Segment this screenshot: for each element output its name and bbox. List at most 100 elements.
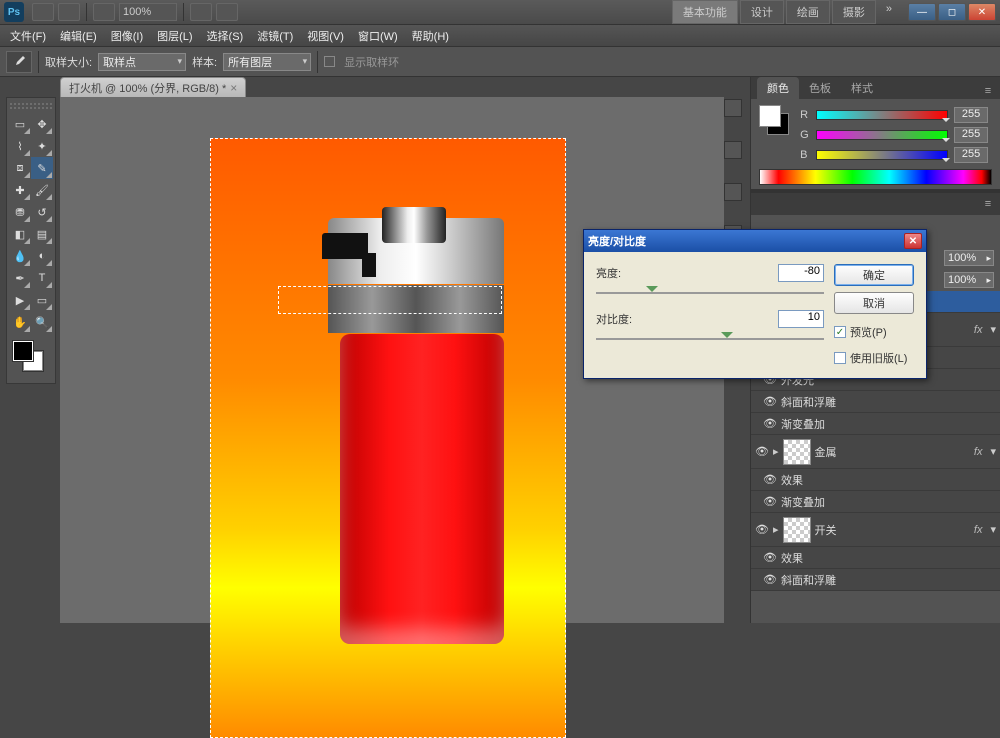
type-tool-icon[interactable]: T <box>31 267 53 289</box>
brush-tool-icon[interactable]: 🖌 <box>31 179 53 201</box>
window-maximize-button[interactable]: ◻ <box>938 3 966 21</box>
layer-name[interactable]: 开关 <box>815 522 837 538</box>
fx-expand-icon[interactable]: ▾ <box>990 445 996 458</box>
menu-filter[interactable]: 滤镜(T) <box>253 26 297 46</box>
effects-header[interactable]: 👁效果 <box>751 469 1000 491</box>
effects-header[interactable]: 👁效果 <box>751 547 1000 569</box>
workspace-tab-essentials[interactable]: 基本功能 <box>672 0 738 24</box>
tab-styles[interactable]: 样式 <box>841 77 883 99</box>
crop-tool-icon[interactable]: ⧈ <box>9 157 31 179</box>
minibridge-icon[interactable] <box>58 3 80 21</box>
layer-row[interactable]: 👁▸开关fx▾ <box>751 513 1000 547</box>
eraser-tool-icon[interactable]: ◧ <box>9 223 31 245</box>
cancel-button[interactable]: 取消 <box>834 292 914 314</box>
visibility-eye-icon[interactable]: 👁 <box>755 523 769 536</box>
g-value[interactable]: 255 <box>954 127 988 143</box>
bridge-icon[interactable] <box>32 3 54 21</box>
fill-field[interactable]: 100% <box>944 272 994 288</box>
tab-swatches[interactable]: 色板 <box>799 77 841 99</box>
shape-tool-icon[interactable]: ▭ <box>31 289 53 311</box>
layer-name[interactable]: 金属 <box>815 444 837 460</box>
layer-thumbnail[interactable] <box>783 517 811 543</box>
sample-size-combo[interactable]: 取样点 <box>98 53 186 71</box>
dock-properties-icon[interactable] <box>724 183 742 201</box>
dock-actions-icon[interactable] <box>724 141 742 159</box>
menu-edit[interactable]: 编辑(E) <box>56 26 101 46</box>
adjustments-panel-collapsed[interactable]: ≡ <box>751 193 1000 215</box>
expand-triangle-icon[interactable]: ▸ <box>773 523 779 536</box>
tab-color[interactable]: 颜色 <box>757 77 799 99</box>
arrange-icon[interactable] <box>190 3 212 21</box>
menu-view[interactable]: 视图(V) <box>303 26 348 46</box>
gradient-tool-icon[interactable]: ▤ <box>31 223 53 245</box>
visibility-eye-icon[interactable]: 👁 <box>763 473 777 486</box>
zoom-tool-icon[interactable]: 🔍 <box>31 311 53 333</box>
eyedropper-tool-icon[interactable]: ✎ <box>31 157 53 179</box>
window-minimize-button[interactable]: — <box>908 3 936 21</box>
toolbox-grip-icon[interactable] <box>9 102 53 110</box>
legacy-checkbox[interactable] <box>834 352 846 364</box>
visibility-eye-icon[interactable]: 👁 <box>763 395 777 408</box>
fx-badge[interactable]: fx <box>974 524 983 536</box>
r-value[interactable]: 255 <box>954 107 988 123</box>
show-ring-checkbox[interactable] <box>324 56 335 67</box>
current-tool-eyedropper-icon[interactable] <box>6 51 32 73</box>
expand-triangle-icon[interactable]: ▸ <box>773 445 779 458</box>
effect-item[interactable]: 👁渐变叠加 <box>751 413 1000 435</box>
dock-history-icon[interactable] <box>724 99 742 117</box>
window-close-button[interactable]: ✕ <box>968 3 996 21</box>
lasso-tool-icon[interactable]: ⌇ <box>9 135 31 157</box>
spectrum-ramp[interactable] <box>759 169 992 185</box>
menu-layer[interactable]: 图层(L) <box>153 26 196 46</box>
menu-help[interactable]: 帮助(H) <box>408 26 453 46</box>
dialog-close-button[interactable]: ✕ <box>904 233 922 249</box>
foreground-swatch[interactable] <box>13 341 33 361</box>
workspace-tab-photography[interactable]: 摄影 <box>832 0 876 24</box>
pen-tool-icon[interactable]: ✒ <box>9 267 31 289</box>
brightness-input[interactable]: -80 <box>778 264 824 282</box>
move-tool-icon[interactable]: ✥ <box>31 113 53 135</box>
extras-icon[interactable] <box>216 3 238 21</box>
menu-select[interactable]: 选择(S) <box>203 26 248 46</box>
layer-thumbnail[interactable] <box>783 439 811 465</box>
menu-image[interactable]: 图像(I) <box>107 26 147 46</box>
marquee-tool-icon[interactable]: ▭ <box>9 113 31 135</box>
workspace-tab-painting[interactable]: 绘画 <box>786 0 830 24</box>
fg-color-icon[interactable] <box>759 105 781 127</box>
panel-menu-icon[interactable]: ≡ <box>980 196 996 212</box>
dodge-tool-icon[interactable]: ◐ <box>31 245 53 267</box>
fx-badge[interactable]: fx <box>974 446 983 458</box>
g-slider[interactable] <box>816 130 948 140</box>
screen-mode-icon[interactable] <box>93 3 115 21</box>
sample-combo[interactable]: 所有图层 <box>223 53 311 71</box>
menu-window[interactable]: 窗口(W) <box>354 26 402 46</box>
stamp-tool-icon[interactable]: ⛃ <box>9 201 31 223</box>
effect-item[interactable]: 👁斜面和浮雕 <box>751 391 1000 413</box>
legacy-checkbox-row[interactable]: 使用旧版(L) <box>834 350 914 366</box>
zoom-combo[interactable]: 100% <box>119 3 177 21</box>
fx-badge[interactable]: fx <box>974 324 983 336</box>
visibility-eye-icon[interactable]: 👁 <box>763 551 777 564</box>
effect-item[interactable]: 👁渐变叠加 <box>751 491 1000 513</box>
b-value[interactable]: 255 <box>954 147 988 163</box>
b-slider[interactable] <box>816 150 948 160</box>
opacity-field[interactable]: 100% <box>944 250 994 266</box>
document-close-icon[interactable]: × <box>230 81 237 95</box>
color-preview[interactable] <box>759 105 791 137</box>
color-swatches[interactable] <box>9 339 53 379</box>
visibility-eye-icon[interactable]: 👁 <box>763 573 777 586</box>
brightness-slider[interactable] <box>596 286 824 300</box>
contrast-slider[interactable] <box>596 332 824 346</box>
workspace-more-icon[interactable]: » <box>878 0 900 24</box>
workspace-tab-design[interactable]: 设计 <box>740 0 784 24</box>
visibility-eye-icon[interactable]: 👁 <box>763 495 777 508</box>
preview-checkbox[interactable]: ✓ <box>834 326 846 338</box>
path-select-icon[interactable]: ▶ <box>9 289 31 311</box>
dialog-titlebar[interactable]: 亮度/对比度 ✕ <box>584 230 926 252</box>
visibility-eye-icon[interactable]: 👁 <box>763 417 777 430</box>
preview-checkbox-row[interactable]: ✓ 预览(P) <box>834 324 914 340</box>
ok-button[interactable]: 确定 <box>834 264 914 286</box>
layer-row[interactable]: 👁▸金属fx▾ <box>751 435 1000 469</box>
r-slider[interactable] <box>816 110 948 120</box>
hand-tool-icon[interactable]: ✋ <box>9 311 31 333</box>
